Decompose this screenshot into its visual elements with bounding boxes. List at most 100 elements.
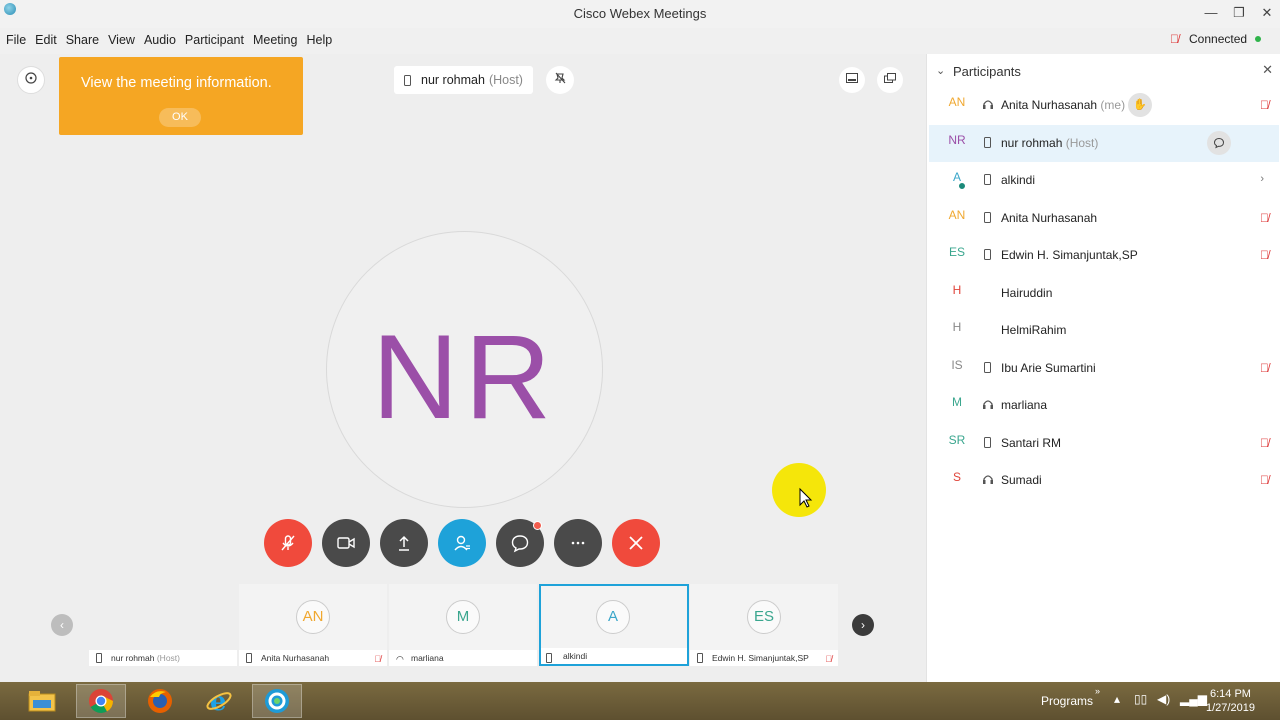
video-button[interactable] [322,519,370,567]
close-panel-icon[interactable]: ✕ [1262,62,1273,78]
windows-taskbar: e Programs » ▴ ▯▯ ◀) ▂▄▆ 6:14 PM 1/27/20… [0,682,1280,720]
filmstrip-thumb[interactable]: AN Anita Nurhasanah 🎙̸ [239,584,387,666]
participant-row[interactable]: H HelmiRahim [929,312,1279,349]
webex-taskbar-icon[interactable] [252,684,302,718]
headset-icon [983,400,993,409]
participants-panel-title: Participants [953,64,1021,79]
clock-date: 1/27/2019 [1206,702,1255,714]
connection-label: Connected [1189,32,1248,46]
participant-row[interactable]: S Sumadi 🎙̸ [929,462,1279,499]
active-speaker-role: (Host) [488,73,523,87]
chevron-double-right-icon[interactable]: » [1095,686,1100,696]
menu-share[interactable]: Share [66,28,99,52]
participants-panel-header: ⌄ Participants ✕ [927,54,1280,88]
pin-button[interactable] [546,66,574,94]
participant-avatar: H [952,320,962,334]
mic-muted-icon: 🎙̸ [1260,211,1269,225]
chevron-right-icon[interactable]: › [1260,173,1264,185]
menu-file[interactable]: File [6,28,26,52]
filmstrip-thumb[interactable]: nur rohmah (Host) [89,584,237,666]
firefox-icon[interactable] [135,684,185,718]
menu-help[interactable]: Help [306,28,332,52]
show-hidden-icons-icon[interactable]: ▴ [1114,692,1120,706]
participants-button[interactable] [438,519,486,567]
thumb-label: marliana [389,650,537,666]
menu-meeting[interactable]: Meeting [253,28,297,52]
participant-avatar: AN [948,208,966,222]
chevron-right-icon: › [861,618,865,632]
chat-unread-badge [533,521,542,530]
title-bar: Cisco Webex Meetings — ❐ ✕ [0,0,1280,28]
minimize-button[interactable]: — [1197,2,1225,24]
meeting-info-button[interactable] [17,66,45,94]
menu-audio[interactable]: Audio [144,28,176,52]
raise-hand-button[interactable]: ✋ [1128,93,1152,117]
mute-button[interactable] [264,519,312,567]
taskbar-clock[interactable]: 6:14 PM 1/27/2019 [1206,687,1255,715]
participant-row[interactable]: M marliana [929,387,1279,424]
connected-indicator [1255,36,1262,42]
meeting-info-tooltip: View the meeting information. OK [59,57,303,135]
chat-participant-button[interactable] [1207,131,1231,155]
participant-avatar: H [952,283,962,297]
more-button[interactable] [554,519,602,567]
participants-icon [454,535,470,551]
thumb-avatar: M [446,600,480,634]
participant-name: marliana [1001,398,1048,412]
participant-row[interactable]: ES Edwin H. Simanjuntak,SP 🎙̸ [929,237,1279,274]
phone-icon [984,212,991,223]
tooltip-text: View the meeting information. [81,75,272,91]
participant-row[interactable]: H Hairuddin [929,275,1279,312]
active-speaker-initials: NR [371,310,558,444]
share-button[interactable] [380,519,428,567]
filmstrip-prev-button[interactable]: ‹ [51,614,73,636]
mic-muted-icon: 🎙̸ [1260,361,1269,375]
phone-icon [984,174,991,185]
close-window-button[interactable]: ✕ [1253,2,1280,24]
maximize-button[interactable]: ❐ [1225,2,1253,24]
chat-button[interactable] [496,519,544,567]
svg-text:e: e [210,687,227,715]
internet-explorer-icon[interactable]: e [194,684,244,718]
participant-avatar: ES [948,245,965,259]
volume-icon[interactable]: ◀) [1157,692,1170,706]
network-icon[interactable]: ▯▯ [1134,692,1147,706]
chrome-icon[interactable] [76,684,126,718]
info-icon [25,72,37,84]
menu-participant[interactable]: Participant [185,28,244,52]
mic-muted-icon [281,535,295,551]
participant-row[interactable]: AN Anita Nurhasanah (me) ✋ 🎙̸ [929,87,1279,124]
participant-avatar: M [952,395,962,409]
chevron-down-icon[interactable]: ⌄ [936,64,945,77]
file-explorer-icon[interactable] [17,684,67,718]
popout-button[interactable] [877,67,903,93]
participant-row[interactable]: IS Ibu Arie Sumartini 🎙̸ [929,350,1279,387]
mic-muted-icon: 🎙̸ [1260,436,1269,450]
programs-toolbar-label[interactable]: Programs [1041,694,1093,708]
mic-muted-icon: 🎙̸ [374,654,381,664]
tooltip-ok-button[interactable]: OK [159,108,201,127]
signal-icon[interactable]: ▂▄▆ [1180,692,1207,706]
mic-muted-icon: 🎙̸ [1170,32,1179,46]
filmstrip-next-button[interactable]: › [852,614,874,636]
leave-button[interactable] [612,519,660,567]
participant-row[interactable]: AN Anita Nurhasanah 🎙̸ [929,200,1279,237]
participant-name: Edwin H. Simanjuntak,SP [1001,248,1138,262]
filmstrip-thumb[interactable]: ES Edwin H. Simanjuntak,SP 🎙̸ [690,584,838,666]
participant-row[interactable]: A alkindi › [929,162,1279,199]
participant-row-selected[interactable]: NR nur rohmah (Host) [929,125,1279,162]
thumb-avatar: A [596,600,630,634]
filmstrip-thumb[interactable]: M marliana ◠ [389,584,537,666]
participant-row[interactable]: SR Santari RM 🎙̸ [929,425,1279,462]
thumb-label: Anita Nurhasanah [239,650,387,666]
thumb-avatar: ES [747,600,781,634]
layout-button[interactable] [839,67,865,93]
active-speaker-avatar: NR [326,231,603,508]
menu-edit[interactable]: Edit [35,28,57,52]
thumb-label: Edwin H. Simanjuntak,SP [690,650,838,666]
menu-view[interactable]: View [108,28,135,52]
status-badge [957,181,967,191]
filmstrip-thumb-selected[interactable]: A alkindi [539,584,689,666]
active-speaker-tag: nur rohmah (Host) [394,66,533,94]
participant-name: Hairuddin [1001,286,1053,300]
